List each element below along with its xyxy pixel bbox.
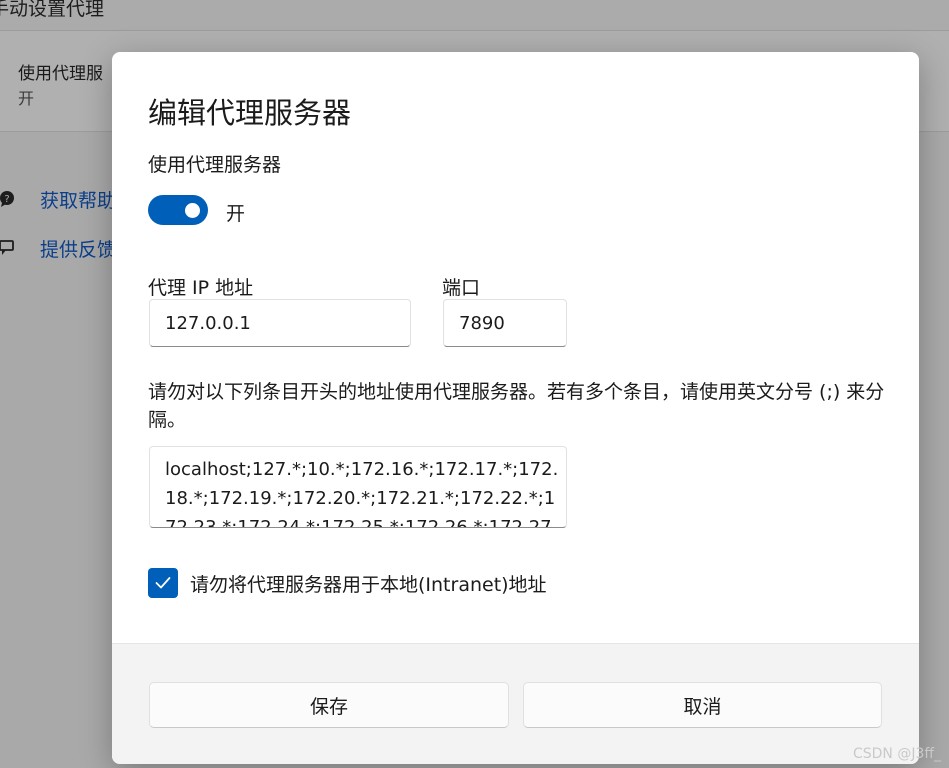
cancel-button[interactable]: 取消 (523, 682, 882, 728)
background-header: 手动设置代理 (0, 0, 949, 31)
svg-text:?: ? (4, 194, 9, 205)
proxy-ip-label: 代理 IP 地址 (148, 277, 254, 299)
exceptions-text: localhost;127.*;10.*;172.16.*;172.17.*;1… (165, 459, 559, 528)
help-chat-icon: ? (0, 190, 14, 208)
save-button[interactable]: 保存 (149, 682, 509, 728)
watermark: CSDN @J3ff_ (852, 746, 941, 762)
dialog-title: 编辑代理服务器 (148, 96, 352, 130)
toggle-state-label: 开 (226, 203, 246, 225)
get-help-link: ? 获取帮助 (0, 184, 120, 214)
bypass-local-label: 请勿将代理服务器用于本地(Intranet)地址 (190, 574, 547, 596)
checkmark-icon (155, 577, 171, 589)
background-page-title: 手动设置代理 (0, 0, 105, 20)
use-proxy-toggle[interactable] (148, 195, 208, 225)
get-help-label: 获取帮助 (40, 189, 117, 212)
background-card-value: 开 (18, 89, 35, 108)
exceptions-textarea[interactable]: localhost;127.*;10.*;172.16.*;172.17.*;1… (149, 446, 567, 528)
feedback-icon (0, 239, 14, 257)
proxy-ip-input[interactable] (149, 299, 411, 347)
background-card-label: 使用代理服 (18, 64, 103, 84)
toggle-knob (185, 203, 200, 218)
bypass-local-checkbox[interactable] (148, 568, 178, 598)
port-input[interactable] (443, 299, 567, 347)
settings-page: 手动设置代理 使用代理服 开 ? 获取帮助 提供反馈 编辑代理服务器 使用代理服… (0, 0, 949, 768)
exceptions-description: 请勿对以下列条目开头的地址使用代理服务器。若有多个条目，请使用英文分号 (;) … (148, 381, 885, 431)
dialog-footer: 保存 取消 (112, 643, 919, 764)
use-proxy-label: 使用代理服务器 (148, 154, 282, 176)
edit-proxy-dialog: 编辑代理服务器 使用代理服务器 开 代理 IP 地址 端口 请勿对以下列条目开头… (112, 52, 919, 764)
give-feedback-link: 提供反馈 (0, 233, 120, 263)
port-label: 端口 (442, 277, 481, 299)
give-feedback-label: 提供反馈 (40, 238, 117, 261)
